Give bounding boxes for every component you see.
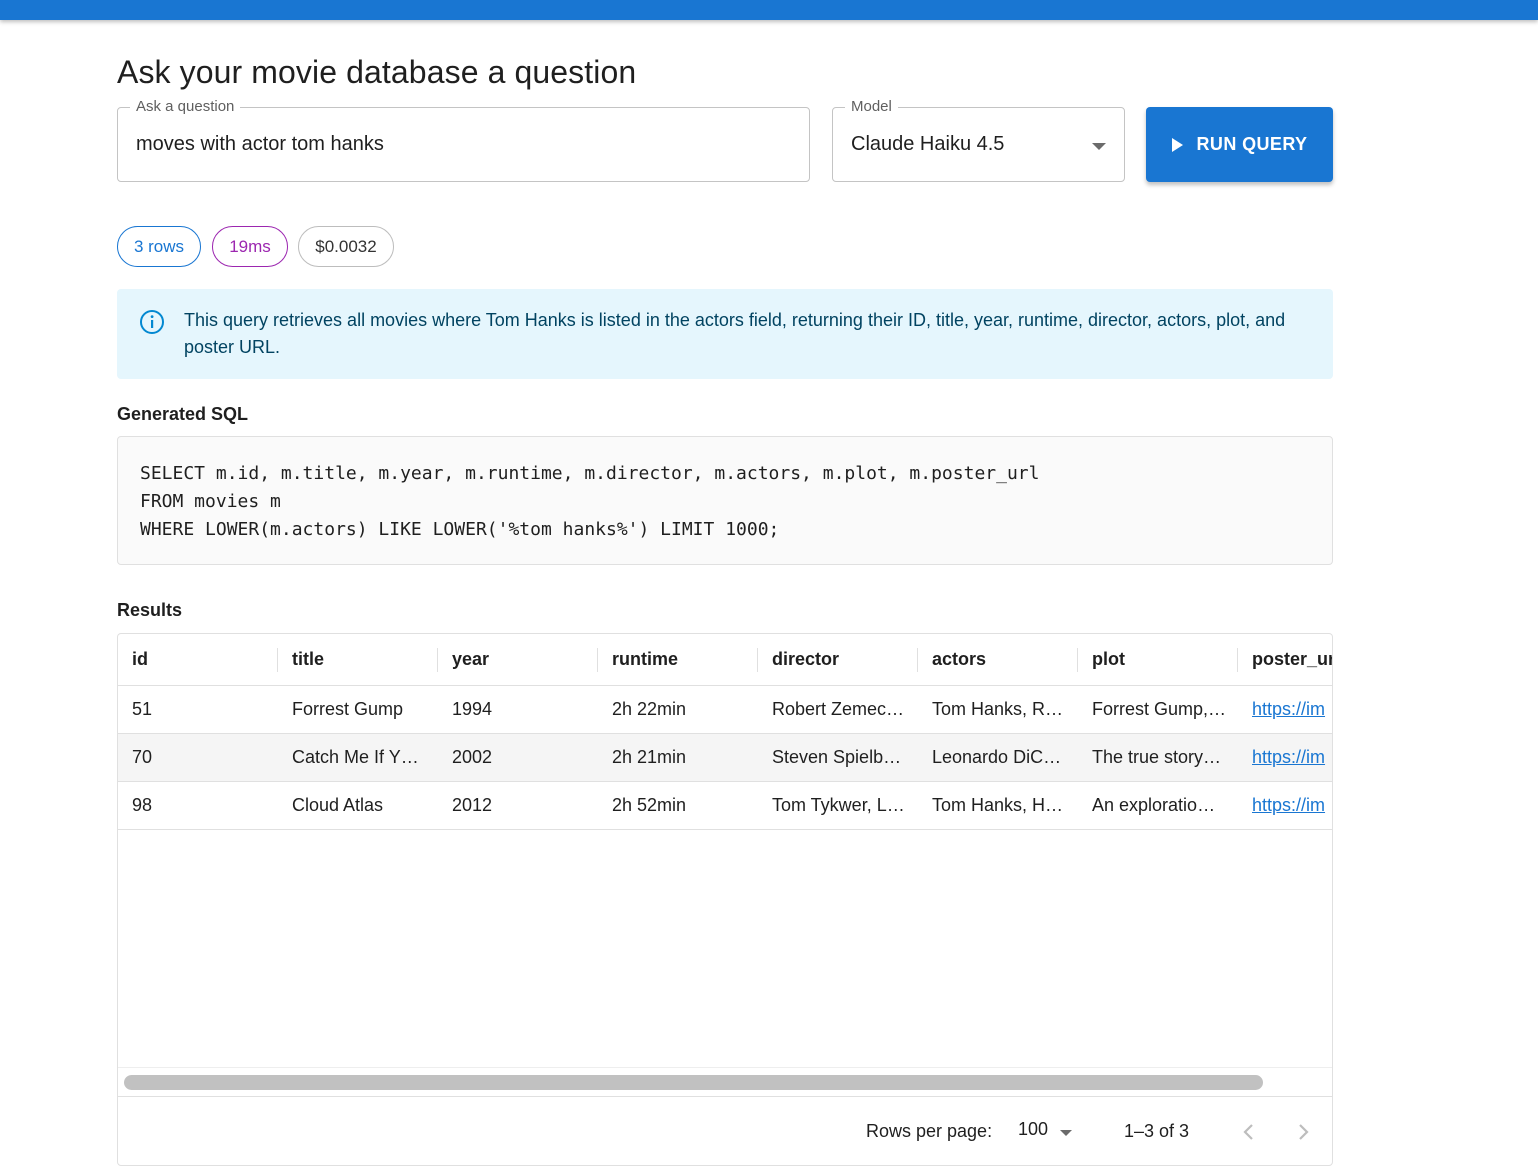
page-title: Ask your movie database a question — [117, 54, 637, 90]
cell-id[interactable]: 98 — [118, 782, 278, 829]
cell-plot[interactable]: Forrest Gump,… — [1078, 686, 1238, 733]
grid-pagination-footer: Rows per page: 100 1–3 of 3 — [118, 1096, 1332, 1165]
cell-title[interactable]: Cloud Atlas — [278, 782, 438, 829]
cell-poster-url[interactable]: https://im — [1238, 782, 1332, 829]
column-header-poster-url[interactable]: poster_ur — [1238, 634, 1332, 685]
column-header-runtime[interactable]: runtime — [598, 634, 758, 685]
column-header-id[interactable]: id — [118, 634, 278, 685]
model-select-value[interactable]: Claude Haiku 4.5 — [851, 108, 1004, 181]
sql-code-block: SELECT m.id, m.title, m.year, m.runtime,… — [117, 436, 1333, 565]
execution-time-chip: 19ms — [212, 226, 288, 267]
play-icon — [1171, 137, 1183, 152]
cost-chip: $0.0032 — [298, 226, 394, 267]
cell-poster-url[interactable]: https://im — [1238, 686, 1332, 733]
grid-content: id title year runtime director actors pl… — [118, 634, 1332, 830]
column-header-title[interactable]: title — [278, 634, 438, 685]
cell-director[interactable]: Robert Zemec… — [758, 686, 918, 733]
cell-actors[interactable]: Tom Hanks, R… — [918, 686, 1078, 733]
cell-title[interactable]: Catch Me If Y… — [278, 734, 438, 781]
results-data-grid: id title year runtime director actors pl… — [117, 633, 1333, 1166]
model-select[interactable]: Model Claude Haiku 4.5 — [832, 98, 1125, 182]
column-header-year[interactable]: year — [438, 634, 598, 685]
cell-runtime[interactable]: 2h 22min — [598, 686, 758, 733]
column-header-row: id title year runtime director actors pl… — [118, 634, 1332, 686]
table-row[interactable]: 51 Forrest Gump 1994 2h 22min Robert Zem… — [118, 686, 1332, 734]
generated-sql-heading: Generated SQL — [117, 404, 249, 424]
column-header-plot[interactable]: plot — [1078, 634, 1238, 685]
sql-line: FROM movies m — [140, 491, 281, 512]
pagination-info: 1–3 of 3 — [1124, 1121, 1190, 1141]
cell-actors[interactable]: Tom Hanks, H… — [918, 782, 1078, 829]
arrow-drop-down-icon[interactable] — [1060, 1130, 1072, 1136]
cell-plot[interactable]: An exploratio… — [1078, 782, 1238, 829]
rows-per-page-select[interactable]: 100 — [1018, 1119, 1048, 1140]
query-explanation-alert: This query retrieves all movies where To… — [117, 289, 1333, 379]
row-count-chip: 3 rows — [117, 226, 201, 267]
query-explanation-text: This query retrieves all movies where To… — [184, 310, 1286, 357]
cell-poster-url[interactable]: https://im — [1238, 734, 1332, 781]
cell-actors[interactable]: Leonardo DiC… — [918, 734, 1078, 781]
cell-director[interactable]: Steven Spielb… — [758, 734, 918, 781]
scrollbar-thumb[interactable] — [124, 1075, 1263, 1090]
cell-director[interactable]: Tom Tykwer, L… — [758, 782, 918, 829]
chevron-left-icon[interactable] — [1236, 1119, 1262, 1145]
cell-id[interactable]: 51 — [118, 686, 278, 733]
cell-title[interactable]: Forrest Gump — [278, 686, 438, 733]
cell-runtime[interactable]: 2h 52min — [598, 782, 758, 829]
cell-year[interactable]: 1994 — [438, 686, 598, 733]
table-row[interactable]: 70 Catch Me If Y… 2002 2h 21min Steven S… — [118, 734, 1332, 782]
poster-url-link[interactable]: https://im — [1252, 747, 1325, 768]
info-icon — [140, 310, 164, 334]
chevron-right-icon[interactable] — [1290, 1119, 1316, 1145]
column-header-director[interactable]: director — [758, 634, 918, 685]
poster-url-link[interactable]: https://im — [1252, 795, 1325, 816]
cell-year[interactable]: 2012 — [438, 782, 598, 829]
column-header-actors[interactable]: actors — [918, 634, 1078, 685]
cell-year[interactable]: 2002 — [438, 734, 598, 781]
cell-id[interactable]: 70 — [118, 734, 278, 781]
cell-runtime[interactable]: 2h 21min — [598, 734, 758, 781]
table-row[interactable]: 98 Cloud Atlas 2012 2h 52min Tom Tykwer,… — [118, 782, 1332, 830]
app-bar — [0, 0, 1538, 20]
poster-url-link[interactable]: https://im — [1252, 699, 1325, 720]
results-heading: Results — [117, 600, 183, 620]
question-input-value[interactable]: moves with actor tom hanks — [136, 108, 384, 181]
arrow-drop-down-icon[interactable] — [1092, 143, 1106, 150]
question-input[interactable]: Ask a question moves with actor tom hank… — [117, 98, 810, 182]
sql-line: WHERE LOWER(m.actors) LIKE LOWER('%tom h… — [140, 519, 780, 540]
run-query-label: RUN QUERY — [1196, 134, 1308, 154]
horizontal-scrollbar[interactable] — [118, 1067, 1332, 1097]
rows-per-page-label: Rows per page: — [866, 1121, 993, 1141]
cell-plot[interactable]: The true story… — [1078, 734, 1238, 781]
sql-line: SELECT m.id, m.title, m.year, m.runtime,… — [140, 463, 1040, 484]
run-query-button[interactable]: RUN QUERY — [1146, 107, 1333, 182]
